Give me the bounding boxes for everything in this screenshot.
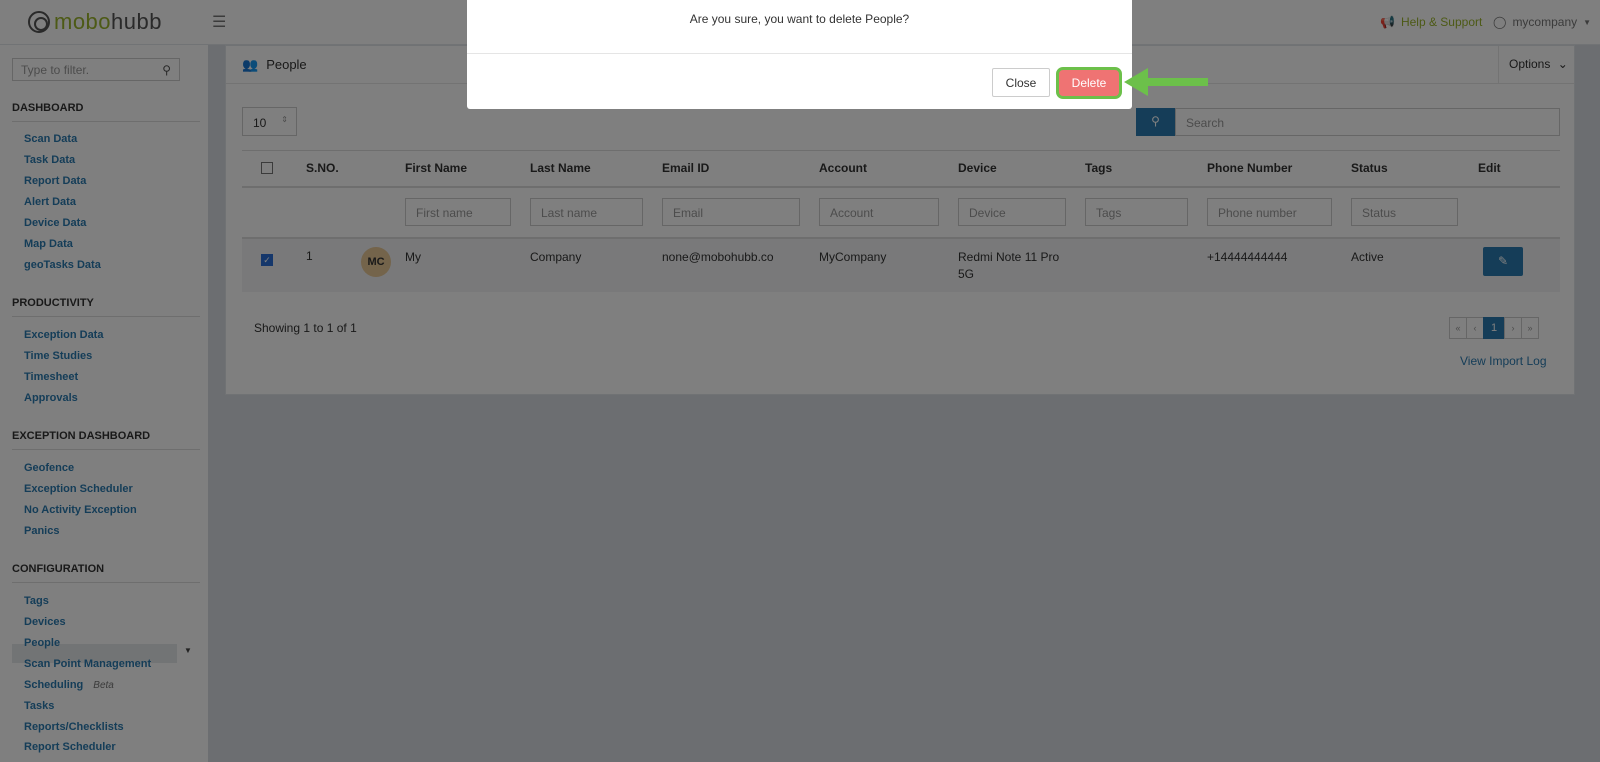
annotation-arrow-shaft — [1143, 78, 1208, 86]
modal-backdrop[interactable] — [0, 0, 1600, 762]
modal-message: Are you sure, you want to delete People? — [467, 0, 1132, 54]
delete-confirm-modal: Are you sure, you want to delete People?… — [467, 0, 1132, 109]
delete-button[interactable]: Delete — [1056, 67, 1122, 99]
close-button[interactable]: Close — [992, 68, 1050, 97]
